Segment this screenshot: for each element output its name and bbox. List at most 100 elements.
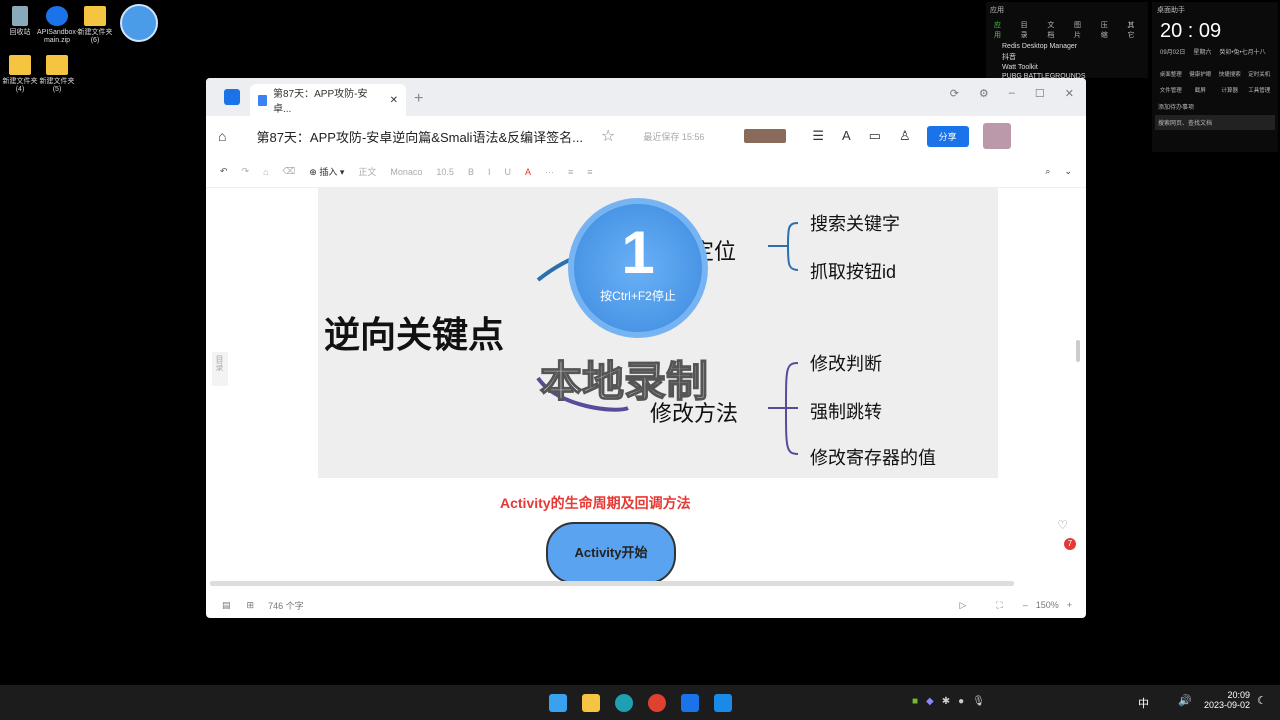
share-button[interactable]: 分享 (926, 125, 969, 147)
apps-tab[interactable]: 目录 (1021, 20, 1034, 40)
taskbar: ■ ◆ ✱ ● 🎙 中 🔊 20:09 2023-09-02 ☾ (0, 685, 1280, 720)
toc-toggle[interactable]: 目录 (212, 352, 228, 386)
align-icon[interactable]: ≡ (587, 167, 592, 177)
notification-moon-icon[interactable]: ☾ (1257, 694, 1267, 707)
search-icon[interactable]: ⌕ (1045, 166, 1050, 177)
font-select[interactable]: Monaco (390, 167, 422, 177)
system-tray: ■ ◆ ✱ ● 🎙 (912, 696, 985, 707)
sync-icon[interactable]: ⟳ (950, 87, 959, 100)
new-tab-icon[interactable]: + (414, 90, 423, 108)
start-icon[interactable] (549, 694, 567, 712)
close-window-icon[interactable]: ✕ (1065, 87, 1074, 100)
file-explorer-icon[interactable] (582, 694, 600, 712)
desktop-icon-folder-6[interactable]: 新建文件夹 (6) (75, 6, 115, 45)
status-bar: ▤ ⊞ 746 个字 ▷ ⛶ – 150% + (206, 592, 1086, 618)
feedback-icon[interactable]: ♡ (1057, 518, 1068, 532)
play-icon[interactable]: ▷ (959, 600, 966, 611)
app-item[interactable]: 抖音 (986, 51, 1148, 63)
fullscreen-icon[interactable]: ⛶ (996, 600, 1002, 611)
ime-indicator[interactable]: 中 (1138, 695, 1149, 711)
vertical-scrollbar[interactable] (1076, 340, 1080, 362)
mindmap-leaf: 强制跳转 (810, 402, 882, 422)
tool-item[interactable]: 桌面整理 (1156, 70, 1186, 78)
more-icon[interactable]: ··· (545, 167, 554, 177)
minimize-icon[interactable]: – (1009, 87, 1015, 100)
size-select[interactable]: 10.5 (436, 167, 454, 177)
tool-item[interactable]: 计算器 (1215, 86, 1245, 94)
folder-icon (9, 55, 31, 75)
apps-tab[interactable]: 压缩 (1101, 20, 1114, 40)
lanhu-icon[interactable] (714, 694, 732, 712)
home-icon[interactable]: ⌂ (218, 128, 226, 144)
volume-icon[interactable]: 🔊 (1178, 694, 1192, 707)
taskbar-clock[interactable]: 20:09 2023-09-02 (1198, 690, 1250, 710)
section-heading: Activity的生命周期及回调方法 (500, 495, 691, 511)
document-title: 第87天：APP攻防-安卓逆向篇&Smali语法&反编译签名... (256, 129, 583, 145)
mindmap-root: 逆向关键点 (324, 314, 505, 355)
chevron-down-icon[interactable]: ⌄ (1064, 166, 1072, 177)
font-color-icon[interactable]: A (525, 167, 531, 177)
add-todo[interactable]: 添加待办事项 (1152, 98, 1278, 115)
bluetooth-icon[interactable]: ✱ (942, 696, 950, 707)
list-icon[interactable]: ≡ (568, 167, 573, 177)
tool-item[interactable]: 文件管理 (1156, 86, 1186, 94)
present-icon[interactable]: ▭ (869, 128, 881, 144)
page-layout-icon[interactable]: ⊞ (247, 600, 255, 611)
apps-tab[interactable]: 其它 (1127, 20, 1140, 40)
star-icon[interactable]: ☆ (601, 126, 615, 146)
menu-icon[interactable]: ☰ (812, 128, 824, 144)
chrome-icon[interactable] (648, 694, 666, 712)
user-avatar[interactable] (982, 123, 1011, 149)
horizontal-scrollbar[interactable] (210, 581, 1014, 586)
apps-tab[interactable]: 图片 (1074, 20, 1087, 40)
collaborator-avatars[interactable] (744, 129, 787, 143)
italic-icon[interactable]: I (488, 167, 491, 177)
word-count[interactable]: 746 个字 (268, 599, 304, 612)
app-item[interactable]: Redis Desktop Manager (986, 42, 1148, 51)
widget-search[interactable]: 搜索网页、查找文档 (1155, 115, 1275, 130)
outline-icon[interactable]: ▤ (222, 600, 231, 611)
edge-icon[interactable] (615, 694, 633, 712)
tool-item[interactable]: 快捷搜索 (1215, 70, 1245, 78)
tool-item[interactable]: 截屏 (1186, 86, 1216, 94)
recorder-floating-ball[interactable] (120, 4, 158, 42)
apps-tab[interactable]: 文档 (1047, 20, 1060, 40)
clock-time: 20 : 09 (1160, 20, 1222, 42)
apps-tab[interactable]: 应用 (994, 20, 1007, 40)
tool-item[interactable]: 健康护眼 (1186, 70, 1216, 78)
nvidia-icon[interactable]: ■ (912, 696, 918, 707)
zoom-out-button[interactable]: – (1023, 600, 1028, 610)
font-icon[interactable]: A (842, 128, 851, 144)
mic-icon[interactable]: 🎙 (972, 696, 985, 707)
zoom-in-button[interactable]: + (1067, 600, 1072, 610)
recorder-countdown: 1 按Ctrl+F2停止 (568, 198, 708, 338)
format-painter-icon[interactable]: ⌂ (263, 167, 268, 177)
desktop-icon-zip[interactable]: APISandbox-main.zip (37, 6, 78, 45)
desktop-icon-folder-4[interactable]: 新建文件夹 (4) (0, 55, 40, 94)
mindmap-image: 逆向关键点 快速定位 搜索关键字 抓取按钮id 修改方法 修改判断 强制跳转 修… (318, 188, 998, 478)
security-icon[interactable]: ◆ (926, 696, 934, 707)
underline-icon[interactable]: U (504, 167, 511, 177)
clear-format-icon[interactable]: ⌫ (283, 166, 296, 177)
collab-icon[interactable]: ♙ (899, 128, 911, 144)
doc-icon (258, 94, 267, 106)
chrome-tray-icon[interactable]: ● (958, 696, 964, 707)
app-logo-icon (224, 89, 240, 105)
docs-app-icon[interactable] (681, 694, 699, 712)
bold-icon[interactable]: B (468, 167, 474, 177)
insert-button[interactable]: ⊕ 插入 ▾ (309, 165, 344, 178)
save-status: 最近保存 15:56 (643, 131, 705, 142)
close-tab-icon[interactable]: ✕ (390, 95, 398, 106)
app-item[interactable]: Watt Toolkit (986, 63, 1148, 72)
settings-icon[interactable]: ⚙ (979, 87, 989, 100)
document-tab[interactable]: 第87天：APP攻防-安卓... ✕ (250, 84, 406, 116)
tool-item[interactable]: 工具管理 (1245, 86, 1275, 94)
tool-item[interactable]: 定时关机 (1245, 70, 1275, 78)
mindmap-leaf: 搜索关键字 (810, 214, 900, 234)
desktop-icon-recycle-bin[interactable]: 回收站 (0, 6, 40, 37)
redo-icon[interactable]: ↷ (242, 166, 250, 177)
undo-icon[interactable]: ↶ (220, 166, 228, 177)
maximize-icon[interactable]: ☐ (1035, 87, 1045, 100)
desktop-icon-folder-5[interactable]: 新建文件夹 (5) (37, 55, 77, 94)
style-select[interactable]: 正文 (358, 165, 376, 178)
